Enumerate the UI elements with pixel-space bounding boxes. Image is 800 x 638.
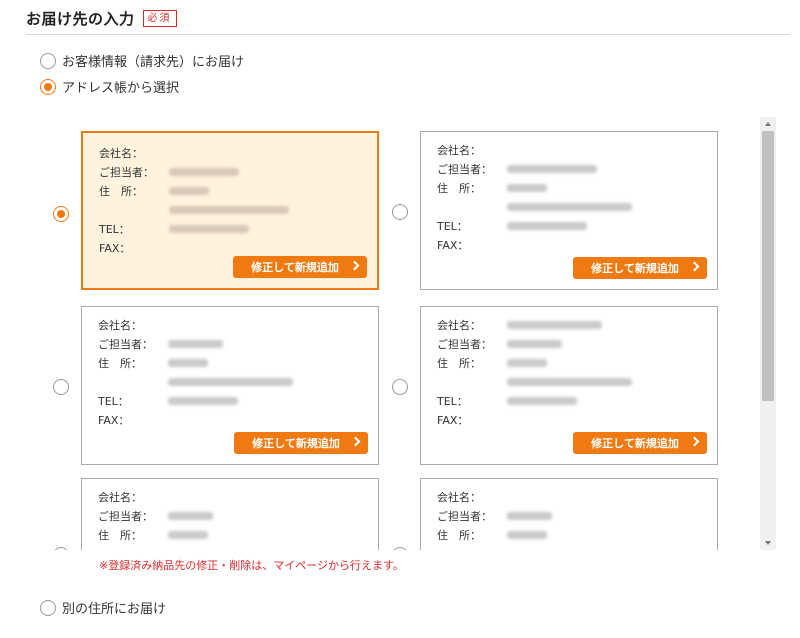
scroll-up-icon[interactable]: [765, 122, 771, 126]
edit-add-button-label: 修正して新規追加: [251, 261, 339, 274]
address-card-1[interactable]: 会社名： ご担当者： 住 所： TEL： FAX： 修正して新規追加: [81, 131, 379, 290]
blurred-tel: [507, 397, 577, 405]
address-label: 住 所：: [99, 185, 143, 198]
section-header: お届け先の入力 必須: [26, 8, 177, 29]
chevron-right-icon: [350, 436, 361, 447]
company-label: 会社名：: [437, 319, 481, 332]
edit-add-button-2[interactable]: 修正して新規追加: [573, 257, 707, 279]
option-address-book-label: アドレス帳から選択: [62, 81, 180, 96]
fax-label: FAX：: [437, 414, 469, 427]
address-card-4[interactable]: 会社名： ご担当者： 住 所： TEL： FAX： 修正して新規追加: [420, 306, 718, 465]
contact-label: ご担当者：: [437, 510, 492, 523]
contact-label: ご担当者：: [437, 338, 492, 351]
tel-label: TEL：: [98, 395, 129, 408]
edit-add-button-label: 修正して新規追加: [252, 437, 340, 450]
radio-customer-address[interactable]: [40, 52, 56, 69]
page-title: お届け先の入力: [26, 10, 135, 28]
company-label: 会社名：: [437, 491, 481, 504]
address-list-scrollbar[interactable]: [760, 117, 776, 550]
scroll-down-icon[interactable]: [765, 541, 771, 545]
blurred-address: [168, 378, 293, 386]
blurred-contact: [168, 512, 213, 520]
blurred-address: [507, 378, 632, 386]
chevron-right-icon: [349, 260, 360, 271]
edit-add-button-4[interactable]: 修正して新規追加: [573, 432, 707, 454]
edit-add-button-1[interactable]: 修正して新規追加: [233, 256, 367, 278]
address-card-6-radio[interactable]: [392, 547, 408, 550]
address-label: 住 所：: [98, 529, 142, 542]
blurred-tel: [169, 225, 249, 233]
option-other-address[interactable]: 別の住所にお届け: [40, 598, 166, 617]
address-label: 住 所：: [437, 357, 481, 370]
tel-label: TEL：: [437, 395, 468, 408]
edit-delete-notice: ※登録済み納品先の修正・削除は、マイページから行えます。: [99, 559, 404, 572]
title-divider: [26, 34, 790, 35]
fax-label: FAX：: [437, 239, 469, 252]
tel-label: TEL：: [437, 220, 468, 233]
blurred-zip: [168, 531, 208, 539]
option-customer-address-label: お客様情報（請求先）にお届け: [62, 55, 245, 70]
blurred-contact: [168, 340, 223, 348]
option-address-book[interactable]: アドレス帳から選択: [40, 77, 179, 96]
contact-label: ご担当者：: [98, 510, 153, 523]
contact-label: ご担当者：: [98, 338, 153, 351]
blurred-contact: [507, 165, 597, 173]
address-card-6[interactable]: 会社名： ご担当者： 住 所：: [420, 478, 718, 550]
fax-label: FAX：: [99, 242, 131, 255]
fax-label: FAX：: [98, 414, 130, 427]
address-card-1-radio[interactable]: [53, 206, 69, 222]
blurred-zip: [507, 359, 547, 367]
radio-other-address[interactable]: [40, 599, 56, 616]
company-label: 会社名：: [98, 319, 142, 332]
tel-label: TEL：: [99, 223, 130, 236]
address-card-3-radio[interactable]: [53, 379, 69, 395]
address-card-5[interactable]: 会社名： ご担当者： 住 所：: [81, 478, 379, 550]
required-badge: 必須: [142, 10, 177, 27]
blurred-contact: [507, 340, 562, 348]
radio-address-book[interactable]: [40, 78, 56, 95]
company-label: 会社名：: [437, 144, 481, 157]
address-label: 住 所：: [98, 357, 142, 370]
address-card-4-radio[interactable]: [392, 379, 408, 395]
blurred-tel: [168, 397, 238, 405]
blurred-zip: [507, 184, 547, 192]
blurred-zip: [507, 531, 547, 539]
option-other-address-label: 別の住所にお届け: [62, 602, 167, 617]
blurred-company: [507, 321, 602, 329]
contact-label: ご担当者：: [99, 166, 154, 179]
address-card-2-radio[interactable]: [392, 204, 408, 220]
company-label: 会社名：: [99, 147, 143, 160]
company-label: 会社名：: [98, 491, 142, 504]
address-card-3[interactable]: 会社名： ご担当者： 住 所： TEL： FAX： 修正して新規追加: [81, 306, 379, 465]
contact-label: ご担当者：: [437, 163, 492, 176]
address-book-list[interactable]: 会社名： ご担当者： 住 所： TEL： FAX： 修正して新規追加 会社名： …: [40, 117, 776, 550]
address-card-5-radio[interactable]: [53, 547, 69, 550]
blurred-zip: [169, 187, 209, 195]
option-customer-address[interactable]: お客様情報（請求先）にお届け: [40, 51, 244, 70]
blurred-zip: [168, 359, 208, 367]
scrollbar-thumb[interactable]: [762, 131, 774, 401]
blurred-address: [507, 203, 632, 211]
edit-add-button-label: 修正して新規追加: [591, 437, 679, 450]
edit-add-button-3[interactable]: 修正して新規追加: [234, 432, 368, 454]
blurred-contact: [169, 168, 239, 176]
address-label: 住 所：: [437, 182, 481, 195]
address-label: 住 所：: [437, 529, 481, 542]
chevron-right-icon: [689, 436, 700, 447]
blurred-tel: [507, 222, 587, 230]
chevron-right-icon: [689, 261, 700, 272]
blurred-address: [169, 206, 289, 214]
address-card-2[interactable]: 会社名： ご担当者： 住 所： TEL： FAX： 修正して新規追加: [420, 131, 718, 290]
blurred-contact: [507, 512, 552, 520]
edit-add-button-label: 修正して新規追加: [591, 262, 679, 275]
